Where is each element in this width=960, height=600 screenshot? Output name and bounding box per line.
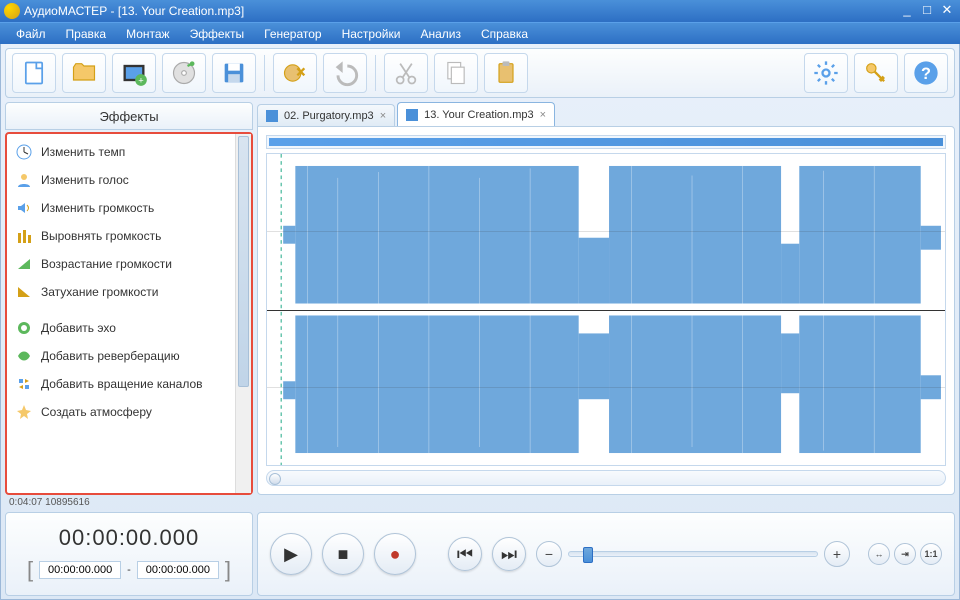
effect-atmosphere[interactable]: Создать атмосферу <box>7 398 235 426</box>
fit-selection-button[interactable]: ⇥ <box>894 543 916 565</box>
menu-bar: Файл Правка Монтаж Эффекты Генератор Нас… <box>0 22 960 44</box>
video-button[interactable]: + <box>112 53 156 93</box>
open-file-button[interactable] <box>62 53 106 93</box>
tab-label: 13. Your Creation.mp3 <box>424 109 533 121</box>
waveform-editor <box>257 126 955 495</box>
transport-panel: ▶ ■ ● ⏮ ⏭ − + ↔ ⇥ 1:1 <box>257 512 955 596</box>
audio-file-icon <box>406 109 418 121</box>
paste-button[interactable] <box>484 53 528 93</box>
undo-button[interactable] <box>323 53 367 93</box>
tab-close-icon[interactable]: × <box>380 110 386 122</box>
help-button[interactable]: ? <box>904 53 948 93</box>
zoom-out-button[interactable]: − <box>536 541 562 567</box>
effect-normalize[interactable]: Выровнять громкость <box>7 222 235 250</box>
effect-tempo[interactable]: Изменить темп <box>7 138 235 166</box>
minimize-button[interactable]: _ <box>898 3 916 19</box>
maximize-button[interactable]: □ <box>918 3 936 19</box>
record-button[interactable]: ● <box>374 533 416 575</box>
sidebar-title: Эффекты <box>5 102 253 130</box>
menu-settings[interactable]: Настройки <box>332 25 411 43</box>
window-title: АудиоМАСТЕР - [13. Your Creation.mp3] <box>24 4 896 18</box>
menu-analysis[interactable]: Анализ <box>410 25 471 43</box>
menu-effects[interactable]: Эффекты <box>180 25 255 43</box>
prev-button[interactable]: ⏮ <box>448 537 482 571</box>
zoom-1to1-button[interactable]: 1:1 <box>920 543 942 565</box>
bracket-open-icon: [ <box>27 557 33 583</box>
effect-label: Добавить эхо <box>41 321 116 335</box>
effects-list: Изменить темп Изменить голос Изменить гр… <box>7 134 235 493</box>
cut-button[interactable] <box>384 53 428 93</box>
tab-bar: 02. Purgatory.mp3 × 13. Your Creation.mp… <box>257 102 955 126</box>
effect-label: Возрастание громкости <box>41 257 172 271</box>
stop-button[interactable]: ■ <box>322 533 364 575</box>
effect-volume[interactable]: Изменить громкость <box>7 194 235 222</box>
waveform-display[interactable] <box>266 153 946 466</box>
horizontal-scrollbar[interactable] <box>266 470 946 486</box>
zoom-slider[interactable] <box>568 551 818 557</box>
effect-voice[interactable]: Изменить голос <box>7 166 235 194</box>
effect-label: Добавить вращение каналов <box>41 377 203 391</box>
effect-echo[interactable]: Добавить эхо <box>7 314 235 342</box>
menu-edit[interactable]: Правка <box>56 25 117 43</box>
bracket-close-icon: ] <box>225 557 231 583</box>
time-panel: 00:00:00.000 [ - ] <box>5 512 253 596</box>
toolbar: + ? <box>5 48 955 98</box>
settings-button[interactable] <box>804 53 848 93</box>
effect-label: Изменить темп <box>41 145 125 159</box>
toolbar-separator <box>375 55 376 91</box>
effects-sidebar: Эффекты Изменить темп Изменить голос Изм… <box>5 102 253 495</box>
effect-rotate[interactable]: Добавить вращение каналов <box>7 370 235 398</box>
fit-horizontal-button[interactable]: ↔ <box>868 543 890 565</box>
selection-separator: - <box>127 564 131 576</box>
effect-label: Выровнять громкость <box>41 229 161 243</box>
playback-time: 00:00:00.000 <box>59 525 199 551</box>
status-bar: 0:04:07 10895616 <box>5 495 955 510</box>
effect-label: Затухание громкости <box>41 285 158 299</box>
tab-label: 02. Purgatory.mp3 <box>284 110 374 122</box>
sidebar-scrollbar[interactable] <box>235 134 251 493</box>
selection-start-input[interactable] <box>39 561 121 579</box>
close-button[interactable]: ✕ <box>938 3 956 19</box>
play-button[interactable]: ▶ <box>270 533 312 575</box>
selection-end-input[interactable] <box>137 561 219 579</box>
menu-file[interactable]: Файл <box>6 25 56 43</box>
svg-text:?: ? <box>921 65 931 83</box>
tab-purgatory[interactable]: 02. Purgatory.mp3 × <box>257 104 395 126</box>
zoom-in-button[interactable]: + <box>824 541 850 567</box>
toolbar-separator <box>264 55 265 91</box>
menu-help[interactable]: Справка <box>471 25 538 43</box>
waveform-overview[interactable] <box>266 135 946 149</box>
next-button[interactable]: ⏭ <box>492 537 526 571</box>
menu-montage[interactable]: Монтаж <box>116 25 180 43</box>
effect-fadeout[interactable]: Затухание громкости <box>7 278 235 306</box>
effect-label: Добавить реверберацию <box>41 349 180 363</box>
effect-label: Изменить голос <box>41 173 129 187</box>
tab-your-creation[interactable]: 13. Your Creation.mp3 × <box>397 102 555 126</box>
effect-label: Изменить громкость <box>41 201 154 215</box>
effect-spacer <box>7 306 235 314</box>
copy-button[interactable] <box>434 53 478 93</box>
title-bar: АудиоМАСТЕР - [13. Your Creation.mp3] _ … <box>0 0 960 22</box>
effect-label: Создать атмосферу <box>41 405 152 419</box>
save-button[interactable] <box>212 53 256 93</box>
mix-button[interactable] <box>273 53 317 93</box>
new-file-button[interactable] <box>12 53 56 93</box>
tab-close-icon[interactable]: × <box>540 109 546 121</box>
cd-button[interactable] <box>162 53 206 93</box>
app-icon <box>4 3 20 19</box>
key-button[interactable] <box>854 53 898 93</box>
effect-fadein[interactable]: Возрастание громкости <box>7 250 235 278</box>
effect-reverb[interactable]: Добавить реверберацию <box>7 342 235 370</box>
svg-text:+: + <box>138 76 143 86</box>
audio-file-icon <box>266 110 278 122</box>
menu-generator[interactable]: Генератор <box>254 25 331 43</box>
